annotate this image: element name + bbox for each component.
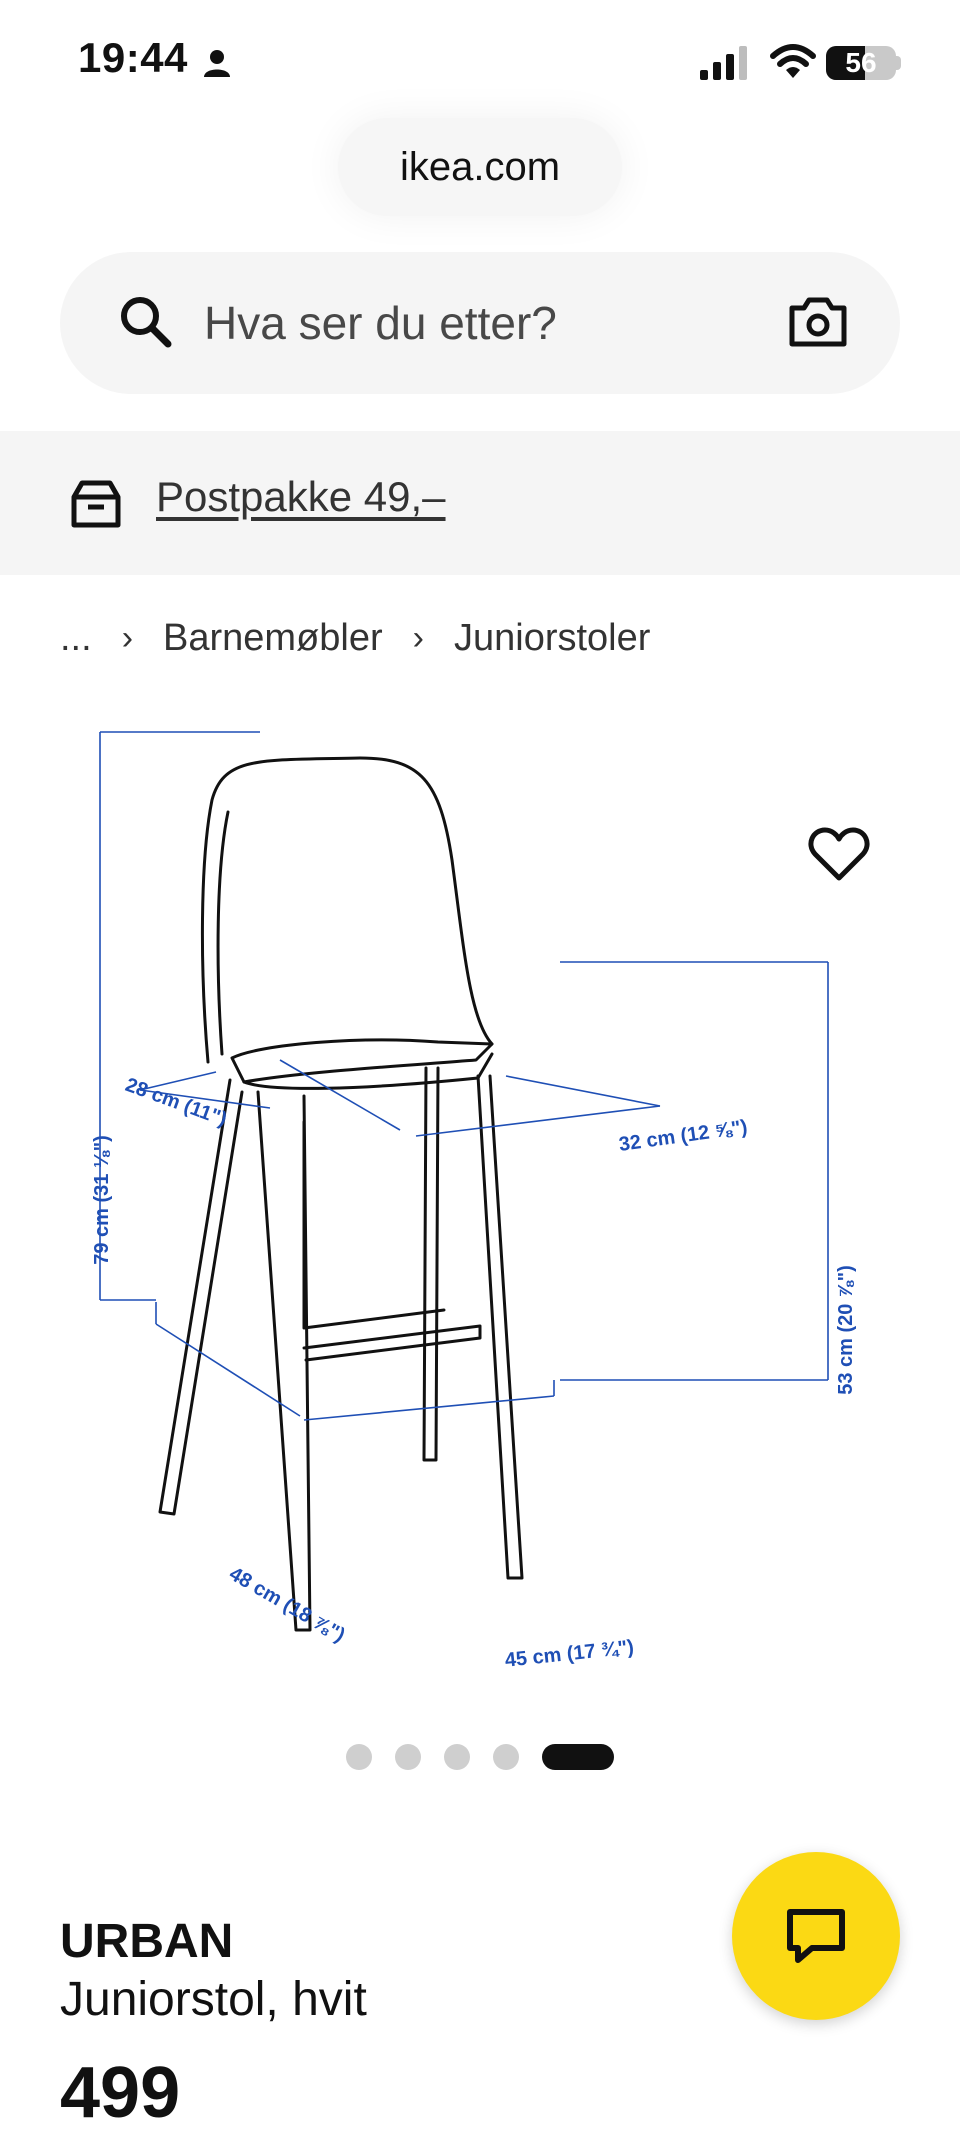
carousel-dot[interactable] <box>444 1744 470 1770</box>
product-image[interactable]: 79 cm (31 ⅛") 28 cm (11") 32 cm (12 ⅝") … <box>60 720 900 1680</box>
product-description: Juniorstol, hvit <box>60 1973 367 2026</box>
chat-button[interactable] <box>732 1852 900 2020</box>
product-name: URBAN <box>60 1915 234 1968</box>
battery-indicator: 56 <box>826 46 896 80</box>
chevron-right-icon: › <box>121 618 134 657</box>
search-bar[interactable]: Hva ser du etter? <box>60 252 900 394</box>
camera-icon[interactable] <box>788 294 848 350</box>
status-time: 19:44 <box>78 34 188 81</box>
delivery-banner: Postpakke 49,– <box>0 431 960 575</box>
dimension-depth-label: 48 cm (18 ⅞") <box>225 1563 348 1647</box>
person-icon <box>204 50 230 77</box>
dimension-line <box>415 1105 661 1137</box>
search-placeholder: Hva ser du etter? <box>204 297 557 349</box>
dimension-line <box>303 1395 555 1421</box>
dimension-seat-width-label: 32 cm (12 ⅝") <box>617 1116 748 1156</box>
carousel-dot[interactable] <box>395 1744 421 1770</box>
carousel-dot[interactable] <box>346 1744 372 1770</box>
chat-icon <box>787 1909 845 1963</box>
breadcrumb-more[interactable]: ... <box>60 617 92 660</box>
dimension-width-label: 45 cm (17 ¾") <box>504 1636 635 1671</box>
dimension-seat-height-label: 53 cm (20 ⅞") <box>835 1265 857 1395</box>
heart-icon[interactable] <box>808 826 870 882</box>
chevron-right-icon: › <box>412 618 424 657</box>
battery-level: 56 <box>845 47 877 78</box>
dimension-labels: 79 cm (31 ⅛") 28 cm (11") 32 cm (12 ⅝") … <box>91 1074 857 1672</box>
dimension-line <box>505 1075 661 1107</box>
battery-cap <box>896 56 901 70</box>
carousel-dot-active[interactable] <box>542 1744 614 1770</box>
breadcrumb-juniorstoler[interactable]: Juniorstoler <box>454 617 650 660</box>
carousel-dot[interactable] <box>493 1744 519 1770</box>
product-price: 499 <box>60 2053 181 2133</box>
address-bar[interactable]: ikea.com <box>338 118 622 216</box>
delivery-link[interactable]: Postpakke 49,– <box>156 473 446 521</box>
dimension-height-label: 79 cm (31 ⅛") <box>91 1135 113 1265</box>
chair-drawing <box>158 756 524 1632</box>
breadcrumb-barnemobler[interactable]: Barnemøbler <box>163 617 383 660</box>
signal-icon <box>700 46 747 80</box>
carousel-indicator <box>346 1744 614 1770</box>
wifi-icon <box>770 44 816 78</box>
dimension-lines <box>99 731 829 1421</box>
breadcrumb: ... › Barnemøbler › Juniorstoler <box>60 614 650 662</box>
search-icon <box>121 297 172 348</box>
parcel-icon <box>71 480 121 528</box>
dimension-seat-depth-label: 28 cm (11") <box>122 1074 229 1131</box>
